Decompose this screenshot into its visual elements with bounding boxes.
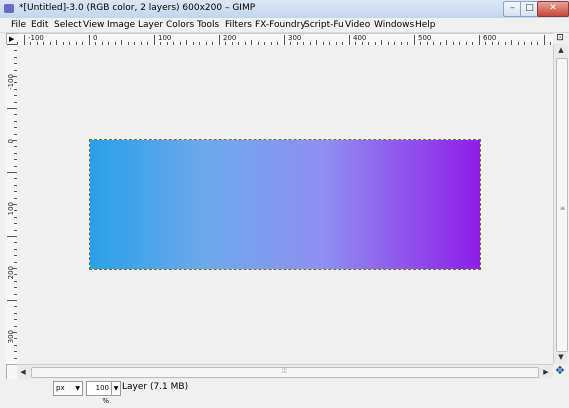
navigate-icon[interactable]: ✥: [553, 364, 567, 378]
vruler-tick: [7, 172, 17, 173]
menu-edit[interactable]: Edit: [31, 20, 48, 30]
menu-tools[interactable]: Tools: [197, 20, 219, 30]
menu-video[interactable]: Video: [345, 20, 370, 30]
ruler-corner-icon: ▶: [9, 35, 15, 43]
menu-layer[interactable]: Layer: [138, 20, 163, 30]
gimp-icon: [4, 4, 14, 13]
hruler-label: 200: [223, 34, 237, 42]
zoom-to-fit-icon[interactable]: ⊡: [553, 33, 567, 44]
hruler-tick: [284, 35, 285, 45]
hruler-tick: [544, 35, 545, 45]
vertical-scrollbar[interactable]: ▲ ≡ ▼: [553, 44, 568, 364]
status-bar: px ▼ 100 % ▼ Layer (7.1 MB): [0, 379, 569, 405]
hruler-label: 300: [288, 34, 302, 42]
vruler-tick: [7, 44, 17, 45]
hruler-tick: [154, 35, 155, 45]
hruler-label: 100: [158, 34, 172, 42]
scroll-down-icon[interactable]: ▼: [554, 351, 568, 363]
gradient-image-layer[interactable]: [89, 139, 481, 270]
close-button[interactable]: ✕: [537, 1, 569, 17]
hruler-tick: [349, 35, 350, 45]
hruler-tick: [24, 35, 25, 45]
unit-select[interactable]: px ▼: [53, 381, 83, 396]
hruler-tick: [479, 35, 480, 45]
maximize-icon: □: [525, 3, 534, 13]
window-title: *[Untitled]-3.0 (RGB color, 2 layers) 60…: [19, 3, 256, 13]
horizontal-scrollbar[interactable]: ◀ ⦙⦙⦙ ▶: [17, 364, 553, 379]
scroll-left-icon[interactable]: ◀: [17, 365, 29, 379]
menu-colors[interactable]: Colors: [166, 20, 194, 30]
grip-icon: ⦙⦙⦙: [282, 367, 287, 375]
horizontal-scroll-thumb[interactable]: ⦙⦙⦙: [31, 367, 539, 378]
hruler-tick: [89, 35, 90, 45]
vertical-scroll-thumb[interactable]: ≡: [556, 58, 568, 352]
hruler-label: 400: [353, 34, 367, 42]
title-bar: *[Untitled]-3.0 (RGB color, 2 layers) 60…: [0, 0, 569, 19]
menu-file[interactable]: File: [11, 20, 26, 30]
hruler-tick: [414, 35, 415, 45]
hruler-tick: [219, 35, 220, 45]
hruler-label: 500: [418, 34, 432, 42]
hruler-label: 0: [93, 34, 98, 42]
menu-bar: File Edit Select View Image Layer Colors…: [0, 18, 569, 33]
menu-help[interactable]: Help: [415, 20, 436, 30]
zoom-value: 100 %: [95, 384, 109, 405]
vruler-tick: [7, 108, 17, 109]
close-icon: ✕: [549, 3, 557, 13]
menu-script-fu[interactable]: Script-Fu: [304, 20, 344, 30]
menu-fx-foundry[interactable]: FX-Foundry: [255, 20, 306, 30]
zoom-dropdown-icon[interactable]: ▼: [111, 381, 121, 396]
menu-select[interactable]: Select: [54, 20, 82, 30]
minimize-icon: –: [510, 3, 515, 13]
scroll-up-icon[interactable]: ▲: [554, 44, 568, 56]
menu-view[interactable]: View: [83, 20, 104, 30]
menu-image[interactable]: Image: [107, 20, 135, 30]
menu-filters[interactable]: Filters: [225, 20, 252, 30]
unit-value: px: [56, 384, 65, 392]
menu-windows[interactable]: Windows: [374, 20, 414, 30]
canvas-area[interactable]: [17, 45, 553, 364]
grip-icon: ≡: [560, 205, 566, 212]
chevron-down-icon: ▼: [75, 385, 80, 392]
hruler-label: 600: [483, 34, 497, 42]
zoom-field[interactable]: 100 %: [86, 381, 112, 405]
status-info: Layer (7.1 MB): [122, 382, 189, 392]
scroll-right-icon[interactable]: ▶: [540, 365, 552, 379]
hruler-label: -100: [28, 34, 44, 42]
vruler-tick: [7, 300, 17, 301]
vruler-tick: [7, 236, 17, 237]
